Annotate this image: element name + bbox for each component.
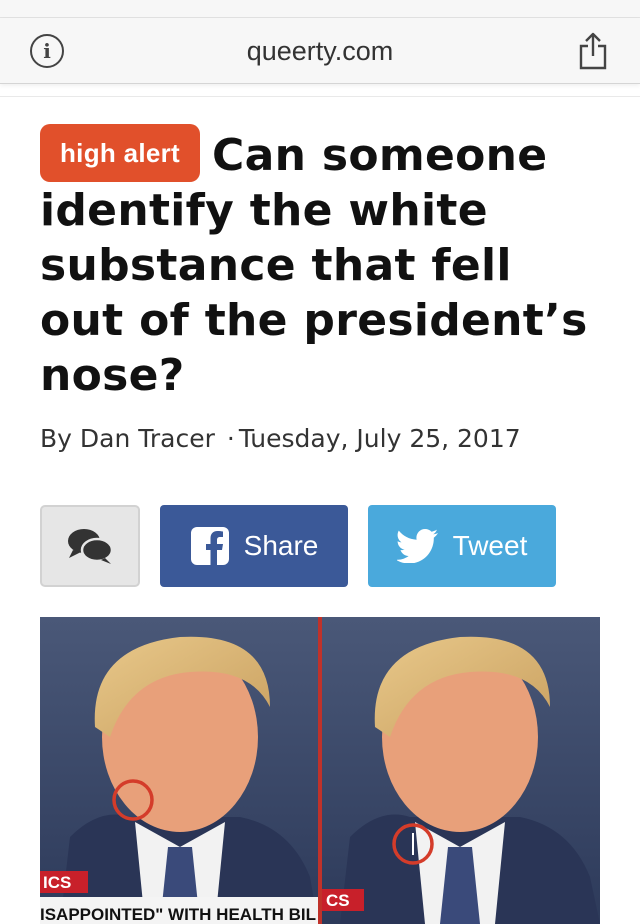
publish-date: Tuesday, July 25, 2017	[238, 424, 521, 453]
twitter-bird-icon	[396, 529, 438, 563]
facebook-share-button[interactable]: Share	[160, 505, 348, 587]
comment-bubbles-icon	[68, 529, 114, 564]
byline-separator: ·	[226, 424, 235, 453]
facebook-icon	[190, 527, 229, 565]
facebook-share-label: Share	[243, 530, 319, 561]
category-badge[interactable]: high alert	[40, 124, 201, 182]
article-photo-illustration	[40, 617, 600, 924]
comment-button[interactable]	[40, 505, 140, 587]
twitter-tweet-button[interactable]: Tweet	[368, 505, 556, 587]
image-divider	[318, 617, 322, 924]
author[interactable]: By Dan Tracer	[40, 424, 215, 453]
caption-ticker: ISAPPOINTED" WITH HEALTH BIL	[40, 905, 316, 924]
caption-tag-right: CS	[326, 891, 350, 910]
twitter-tweet-label: Tweet	[452, 530, 528, 561]
caption-tag-left: ICS	[43, 873, 72, 892]
article-headline: high alert Can someone identify the white…	[40, 124, 610, 403]
browser-url-bar[interactable]: i queerty.com	[0, 18, 640, 84]
status-strip	[0, 0, 640, 18]
share-icon[interactable]	[578, 32, 608, 70]
byline: By Dan Tracer · Tuesday, July 25, 2017	[40, 424, 521, 453]
article-image[interactable]: ICS CS ISAPPOINTED" WITH HEALTH BIL	[40, 617, 600, 924]
url-text[interactable]: queerty.com	[0, 36, 640, 67]
divider	[0, 96, 640, 97]
